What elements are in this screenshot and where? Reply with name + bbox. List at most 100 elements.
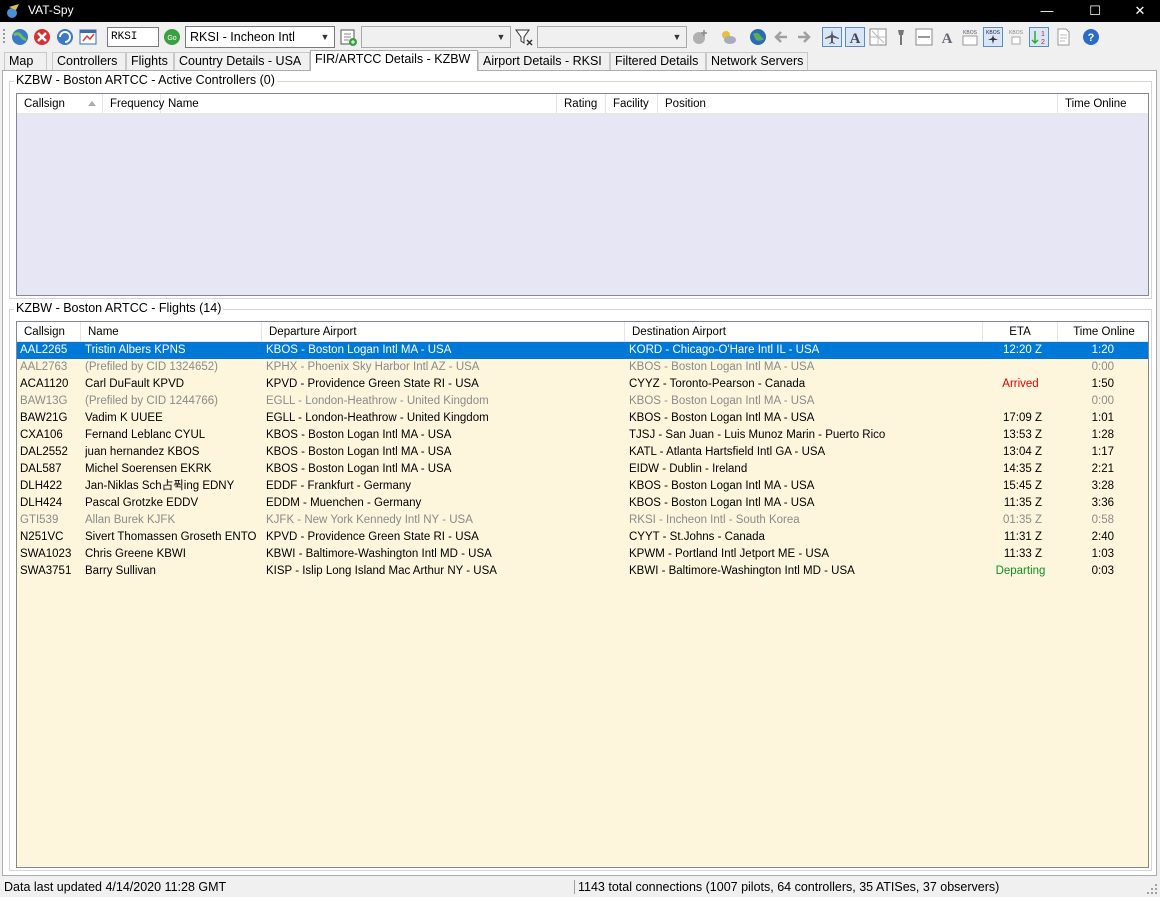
tab-map[interactable]: Map [4, 52, 47, 71]
show-aircraft-icon[interactable] [822, 27, 842, 47]
cell-dep: EDDM - Muenchen - Germany [266, 497, 422, 509]
cell-dep: KBWI - Baltimore-Washington Intl MD - US… [266, 548, 492, 560]
tab-network-servers[interactable]: Network Servers [706, 52, 808, 71]
table-row[interactable]: ACA1120 Carl DuFault KPVD KPVD - Providenc… [17, 376, 1148, 393]
table-row[interactable]: DLH424 Pascal Grotzke EDDV EDDM - Muenchen… [17, 495, 1148, 512]
show-labels-icon[interactable]: A [845, 27, 865, 47]
status-last-updated: Data last updated 4/14/2020 11:28 GMT [4, 880, 227, 894]
svg-text:?: ? [1088, 32, 1095, 44]
cell-dep: KISP - Islip Long Island Mac Arthur NY -… [266, 565, 497, 577]
forward-arrow-icon[interactable] [794, 27, 814, 47]
cell-name: Michel Soerensen EKRK [85, 463, 212, 475]
cell-online: 2:21 [1091, 463, 1114, 475]
show-towers-icon[interactable] [891, 27, 911, 47]
column-header-name[interactable]: Name [81, 322, 262, 342]
controllers-list[interactable]: Callsign Frequency Name Rating Facility … [16, 93, 1149, 296]
tab-filtered-details[interactable]: Filtered Details [610, 52, 706, 71]
show-runways-icon[interactable] [914, 27, 934, 47]
cell-name: juan hernandez KBOS [85, 446, 200, 458]
connect-globe-icon[interactable] [10, 27, 30, 47]
column-header-name[interactable]: Name [161, 94, 557, 114]
table-row[interactable]: DAL587 Michel Soerensen EKRK KBOS - Boston… [17, 461, 1148, 478]
svg-text:A: A [942, 31, 953, 47]
cell-name: Carl DuFault KPVD [85, 378, 185, 390]
column-header-departure-airport[interactable]: Departure Airport [262, 322, 625, 342]
table-row[interactable]: AAL2763 (Prefiled by CID 1324652) KPHX - P… [17, 359, 1148, 376]
column-header-frequency[interactable]: Frequency [103, 94, 164, 114]
cell-dep: EDDF - Frankfurt - Germany [266, 480, 412, 492]
airport-select[interactable]: RKSI - Incheon Intl ▼ [185, 26, 335, 48]
close-button[interactable]: ✕ [1117, 0, 1160, 22]
tab-country-details[interactable]: Country Details - USA [174, 52, 310, 71]
cell-callsign: BAW21G [20, 412, 68, 424]
add-airport-icon[interactable] [338, 27, 358, 47]
app-icon [7, 4, 19, 18]
show-icao-codes-icon[interactable]: KBOS [960, 27, 980, 47]
minimize-button[interactable]: — [1024, 0, 1070, 22]
cell-callsign: AAL2763 [20, 361, 68, 373]
table-row[interactable]: CXA106 Fernand Leblanc CYUL KBOS - Boston … [17, 427, 1148, 444]
controllers-group-title: KZBW - Boston ARTCC - Active Controllers… [14, 73, 277, 87]
filter-select[interactable]: ▼ [537, 26, 687, 48]
show-text-icon[interactable]: A [937, 27, 957, 47]
column-header-eta[interactable]: ETA [983, 322, 1058, 342]
back-arrow-icon[interactable] [771, 27, 791, 47]
window-title: VAT-Spy [28, 3, 74, 17]
show-icao-boxes-icon[interactable]: KBOS [1006, 27, 1026, 47]
resize-grip-icon[interactable] [1146, 883, 1158, 895]
tab-controllers[interactable]: Controllers [52, 52, 126, 71]
table-row[interactable]: SWA1023 Chris Greene KBWI KBWI - Baltimore… [17, 546, 1148, 563]
icao-search-input[interactable]: RKSI [107, 27, 159, 47]
cell-name: Pascal Grotzke EDDV [85, 497, 199, 509]
column-header-facility[interactable]: Facility [606, 94, 658, 114]
filter-icon[interactable] [514, 27, 534, 47]
cell-name: (Prefiled by CID 1324652) [85, 361, 218, 373]
toolbar: RKSI Go RKSI - Incheon Intl ▼ ▼ ▼ A A KB… [0, 23, 1160, 51]
cell-dest: KORD - Chicago-O'Hare Intl IL - USA [629, 344, 820, 356]
show-airports-icon[interactable] [868, 27, 888, 47]
cell-name: Chris Greene KBWI [85, 548, 186, 560]
table-row[interactable]: N251VC Sivert Thomassen Groseth ENTO KPVD … [17, 529, 1148, 546]
add-filter-icon[interactable] [690, 27, 710, 47]
weather-icon[interactable] [718, 27, 738, 47]
cell-online: 0:58 [1091, 514, 1114, 526]
column-header-callsign[interactable]: Callsign [17, 94, 103, 114]
toolbar-grip-icon [3, 29, 5, 43]
controllers-list-header: Callsign Frequency Name Rating Facility … [17, 94, 1148, 114]
cell-dep: KBOS - Boston Logan Intl MA - USA [266, 429, 452, 441]
sort-icon[interactable]: 12 [1029, 27, 1049, 47]
cell-online: 1:03 [1091, 548, 1114, 560]
secondary-select[interactable]: ▼ [361, 26, 511, 48]
table-row[interactable]: BAW13G (Prefiled by CID 1244766) EGLL - Lo… [17, 393, 1148, 410]
table-row[interactable]: SWA3751 Barry Sullivan KISP - Islip Long I… [17, 563, 1148, 580]
flights-list[interactable]: Callsign Name Departure Airport Destinat… [16, 321, 1149, 868]
chart-window-icon[interactable] [78, 27, 98, 47]
globe-icon[interactable] [748, 27, 768, 47]
cell-online: 1:50 [1091, 378, 1114, 390]
tab-flights[interactable]: Flights [126, 52, 174, 71]
disconnect-icon[interactable] [32, 27, 52, 47]
notes-icon[interactable] [1053, 27, 1073, 47]
flights-list-body: AAL2265 Tristin Albers KPNS KBOS - Boston … [17, 342, 1148, 867]
column-header-rating[interactable]: Rating [557, 94, 606, 114]
cell-eta: 13:04 Z [1003, 446, 1042, 458]
tab-fir-artcc-details[interactable]: FIR/ARTCC Details - KZBW [310, 50, 478, 71]
column-header-destination-airport[interactable]: Destination Airport [625, 322, 983, 342]
column-header-time-online[interactable]: Time Online [1058, 322, 1148, 342]
table-row[interactable]: BAW21G Vadim K UUEE EGLL - London-Heathrow… [17, 410, 1148, 427]
maximize-button[interactable]: ☐ [1072, 0, 1118, 22]
column-header-callsign[interactable]: Callsign [17, 322, 81, 342]
column-header-time-online[interactable]: Time Online [1058, 94, 1148, 114]
table-row[interactable]: AAL2265 Tristin Albers KPNS KBOS - Boston … [17, 342, 1148, 359]
tab-airport-details[interactable]: Airport Details - RKSI [478, 52, 610, 71]
cell-name: Vadim K UUEE [85, 412, 163, 424]
show-icao-aircraft-icon[interactable]: KBOS [983, 27, 1003, 47]
refresh-globe-icon[interactable] [55, 27, 75, 47]
table-row[interactable]: GTI539 Allan Burek KJFK KJFK - New York Ke… [17, 512, 1148, 529]
column-header-position[interactable]: Position [658, 94, 1058, 114]
table-row[interactable]: DLH422 Jan-Niklas Sch占퓍ing EDNY EDDF - Fra… [17, 478, 1148, 495]
table-row[interactable]: DAL2552 juan hernandez KBOS KBOS - Boston … [17, 444, 1148, 461]
cell-online: 3:28 [1091, 480, 1114, 492]
help-icon[interactable]: ? [1081, 27, 1101, 47]
go-button[interactable]: Go [162, 27, 182, 47]
